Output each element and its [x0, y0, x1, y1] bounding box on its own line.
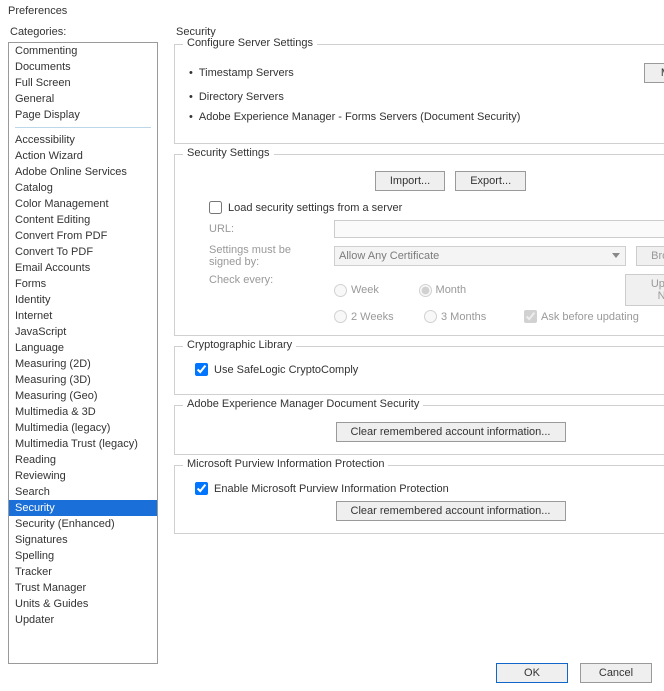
category-item[interactable]: Page Display	[9, 107, 157, 123]
signed-by-select: Allow Any Certificate	[334, 246, 626, 266]
category-item[interactable]: Tracker	[9, 564, 157, 580]
category-item[interactable]: Updater	[9, 612, 157, 628]
group-security-settings: Security Settings Import... Export... Lo…	[174, 154, 664, 336]
signed-by-label: Settings must be signed by:	[209, 244, 324, 268]
categories-label: Categories:	[10, 26, 158, 38]
import-button[interactable]: Import...	[375, 171, 445, 191]
category-item[interactable]: Adobe Online Services	[9, 164, 157, 180]
window-title: Preferences	[0, 0, 664, 22]
group-crypto: Cryptographic Library Use SafeLogic Cryp…	[174, 346, 664, 395]
browse-button: Browse...	[636, 246, 664, 266]
category-item[interactable]: Catalog	[9, 180, 157, 196]
category-item[interactable]: Content Editing	[9, 212, 157, 228]
category-item[interactable]: Security (Enhanced)	[9, 516, 157, 532]
category-item[interactable]: Full Screen	[9, 75, 157, 91]
category-item[interactable]: Units & Guides	[9, 596, 157, 612]
category-item[interactable]: Convert To PDF	[9, 244, 157, 260]
load-from-server-checkbox[interactable]	[209, 201, 222, 214]
category-item[interactable]: Convert From PDF	[9, 228, 157, 244]
server-item-timestamp: Timestamp Servers	[199, 67, 294, 79]
mpip-enable-label: Enable Microsoft Purview Information Pro…	[214, 483, 449, 495]
url-input	[334, 220, 664, 238]
category-item[interactable]: Multimedia (legacy)	[9, 420, 157, 436]
category-item[interactable]: Reviewing	[9, 468, 157, 484]
dialog-footer: OK Cancel	[496, 663, 652, 683]
check-every-label: Check every:	[209, 274, 324, 286]
category-item[interactable]: Forms	[9, 276, 157, 292]
category-item[interactable]: Trust Manager	[9, 580, 157, 596]
radio-month	[419, 284, 432, 297]
crypto-label: Use SafeLogic CryptoComply	[214, 364, 358, 376]
category-divider	[15, 127, 151, 128]
radio-3months	[424, 310, 437, 323]
category-item[interactable]: Commenting	[9, 43, 157, 59]
radio-week	[334, 284, 347, 297]
mpip-clear-button[interactable]: Clear remembered account information...	[336, 501, 566, 521]
category-item[interactable]: Spelling	[9, 548, 157, 564]
server-item-directory: Directory Servers	[199, 91, 284, 103]
category-item[interactable]: Action Wizard	[9, 148, 157, 164]
group-title-crypto: Cryptographic Library	[183, 339, 296, 351]
ok-button[interactable]: OK	[496, 663, 568, 683]
category-item[interactable]: Measuring (2D)	[9, 356, 157, 372]
category-item[interactable]: Reading	[9, 452, 157, 468]
category-item[interactable]: Color Management	[9, 196, 157, 212]
category-item[interactable]: Measuring (Geo)	[9, 388, 157, 404]
radio-2weeks	[334, 310, 347, 323]
category-item[interactable]: Measuring (3D)	[9, 372, 157, 388]
category-item[interactable]: Internet	[9, 308, 157, 324]
categories-list[interactable]: CommentingDocumentsFull ScreenGeneralPag…	[8, 42, 158, 664]
load-from-server-label: Load security settings from a server	[228, 202, 402, 214]
group-title-security-settings: Security Settings	[183, 147, 274, 159]
mpip-enable-checkbox[interactable]	[195, 482, 208, 495]
category-item[interactable]: Documents	[9, 59, 157, 75]
category-item[interactable]: Security	[9, 500, 157, 516]
server-item-aem: Adobe Experience Manager - Forms Servers…	[199, 111, 521, 123]
ask-before-checkbox	[524, 310, 537, 323]
update-now-button: Update Now	[625, 274, 664, 306]
group-server-settings: Configure Server Settings •Timestamp Ser…	[174, 44, 664, 144]
category-item[interactable]: Email Accounts	[9, 260, 157, 276]
export-button[interactable]: Export...	[455, 171, 526, 191]
group-title-mpip: Microsoft Purview Information Protection	[183, 458, 388, 470]
group-aem: Adobe Experience Manager Document Securi…	[174, 405, 664, 455]
group-mpip: Microsoft Purview Information Protection…	[174, 465, 664, 534]
category-item[interactable]: Multimedia & 3D	[9, 404, 157, 420]
category-item[interactable]: General	[9, 91, 157, 107]
aem-clear-button[interactable]: Clear remembered account information...	[336, 422, 566, 442]
more-button[interactable]: More...	[644, 63, 664, 83]
category-item[interactable]: Signatures	[9, 532, 157, 548]
crypto-checkbox[interactable]	[195, 363, 208, 376]
url-label: URL:	[209, 223, 324, 235]
group-title-server: Configure Server Settings	[183, 37, 317, 49]
category-item[interactable]: Search	[9, 484, 157, 500]
category-item[interactable]: Accessibility	[9, 132, 157, 148]
category-item[interactable]: Language	[9, 340, 157, 356]
category-item[interactable]: Multimedia Trust (legacy)	[9, 436, 157, 452]
cancel-button[interactable]: Cancel	[580, 663, 652, 683]
group-title-aem: Adobe Experience Manager Document Securi…	[183, 398, 423, 410]
category-item[interactable]: JavaScript	[9, 324, 157, 340]
category-item[interactable]: Identity	[9, 292, 157, 308]
